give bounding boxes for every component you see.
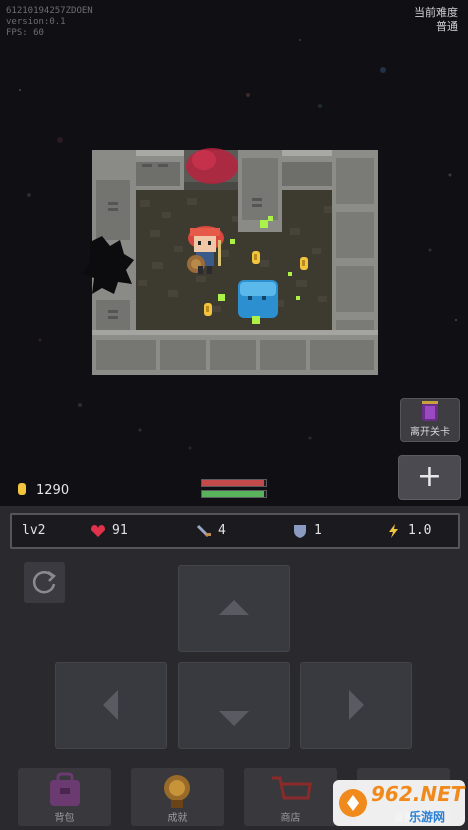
refresh-icon: [32, 570, 56, 594]
game-screen: 61210194257ZDOEN version:0.1 FPS: 60 当前难…: [0, 0, 468, 830]
gold-coin: [300, 257, 308, 270]
gold-counter: 1290: [18, 482, 69, 500]
debug-fps: FPS: 60: [6, 28, 44, 38]
backpack-button[interactable]: 背包: [18, 768, 111, 826]
pickups-layer: [204, 216, 308, 324]
watermark-logo: 962.NET 乐游网: [333, 778, 465, 828]
arrow-up-icon: [219, 600, 249, 615]
dpad-down-button[interactable]: [178, 662, 290, 749]
speed-value: 1.0: [408, 523, 432, 538]
backpack-label: 背包: [54, 813, 75, 824]
level-value: lv2: [22, 523, 46, 538]
shop-button[interactable]: 商店: [244, 768, 337, 826]
dpad-left-button[interactable]: [55, 662, 167, 749]
lightning-icon: [389, 524, 398, 538]
arrow-left-icon: [103, 690, 118, 720]
debug-version: version:0.1: [6, 17, 66, 27]
gold-amount: 1290: [36, 483, 70, 498]
difficulty-label: 当前难度: [414, 6, 458, 19]
gold-coin: [204, 303, 212, 316]
achievements-button[interactable]: 成就: [131, 768, 224, 826]
heart-icon: [91, 525, 105, 537]
exit-level-button[interactable]: 离开关卡: [400, 398, 460, 442]
arrow-down-icon: [219, 711, 249, 726]
cart-icon: [272, 776, 312, 800]
watermark-subtitle: 乐游网: [409, 810, 446, 824]
achievements-label: 成就: [167, 813, 188, 824]
exit-level-label: 离开关卡: [410, 427, 450, 438]
backpack-icon: [50, 772, 80, 806]
refresh-button[interactable]: [24, 562, 65, 603]
player-mp-bar: [201, 490, 267, 498]
defense-value: 1: [314, 523, 322, 538]
coin-icon: [18, 483, 26, 495]
attack-value: 4: [218, 523, 226, 538]
medal-icon: [164, 775, 190, 808]
shop-label: 商店: [280, 813, 301, 824]
watermark-text: 962.NET: [371, 782, 465, 806]
shield-icon: [294, 525, 306, 538]
debug-id: 61210194257ZDOEN: [6, 6, 93, 16]
arrow-right-icon: [349, 690, 364, 720]
debug-info: 61210194257ZDOEN version:0.1 FPS: 60: [6, 6, 93, 39]
door-icon: [422, 401, 438, 421]
hp-value: 91: [112, 523, 128, 538]
dpad-right-button[interactable]: [300, 662, 412, 749]
dpad-up-button[interactable]: [178, 565, 290, 652]
mp-fill: [202, 491, 265, 497]
sword-icon: [196, 524, 211, 538]
hp-fill: [202, 480, 265, 486]
difficulty-value: 普通: [436, 20, 458, 33]
difficulty-indicator: 当前难度 普通: [414, 6, 458, 34]
gold-coin: [252, 251, 260, 264]
player-hp-bar: [201, 479, 267, 487]
add-button[interactable]: +: [398, 455, 461, 500]
stats-bar: lv2 91 4 1 1.0: [10, 513, 460, 549]
dungeon-map: [82, 148, 378, 375]
